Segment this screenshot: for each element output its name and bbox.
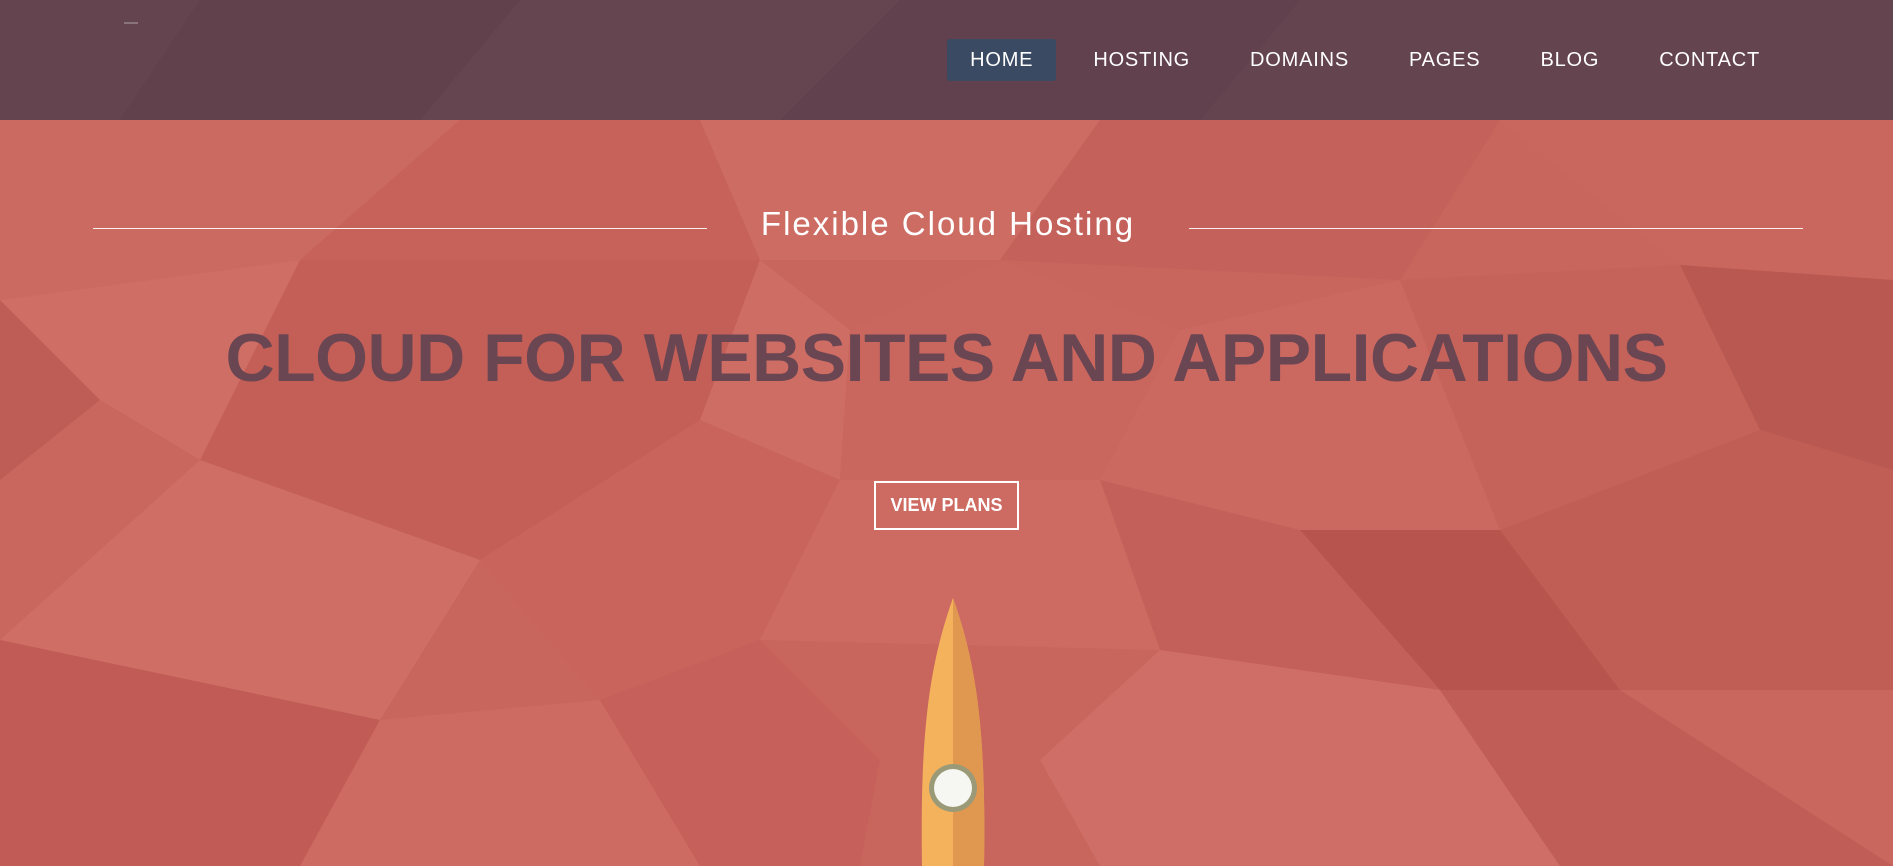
page: HOME HOSTING DOMAINS PAGES BLOG CONTACT …: [0, 0, 1893, 866]
rocket-icon: [921, 598, 985, 866]
hero-headline: CLOUD FOR WEBSITES AND APPLICATIONS: [225, 320, 1668, 396]
nav-item-home[interactable]: HOME: [947, 39, 1057, 81]
view-plans-button[interactable]: VIEW PLANS: [874, 481, 1019, 530]
main-nav: HOME HOSTING DOMAINS PAGES BLOG CONTACT: [933, 39, 1783, 81]
nav-item-contact[interactable]: CONTACT: [1636, 39, 1783, 81]
subtitle-divider-right: [1189, 228, 1803, 229]
hero-subtitle: Flexible Cloud Hosting: [760, 205, 1136, 242]
nav-item-domains[interactable]: DOMAINS: [1227, 39, 1372, 81]
nav-item-blog[interactable]: BLOG: [1517, 39, 1622, 81]
nav-item-hosting[interactable]: HOSTING: [1070, 39, 1213, 81]
subtitle-divider-left: [93, 228, 707, 229]
logo-mark: [124, 22, 138, 24]
nav-item-pages[interactable]: PAGES: [1386, 39, 1503, 81]
header-bar: HOME HOSTING DOMAINS PAGES BLOG CONTACT: [0, 0, 1893, 120]
